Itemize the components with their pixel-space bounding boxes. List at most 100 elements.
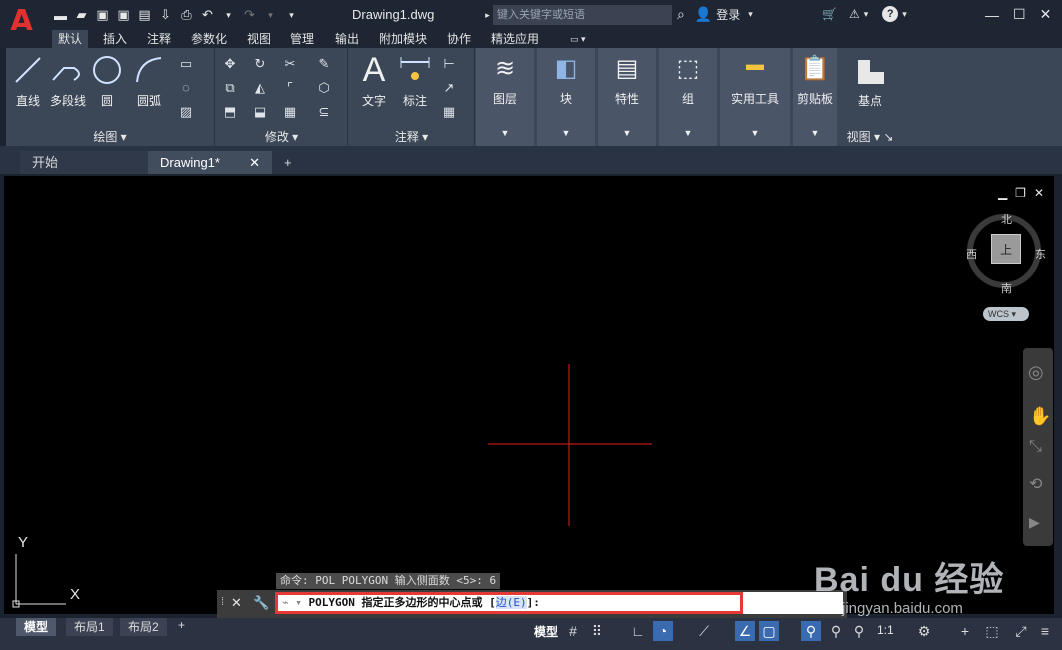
view-panel-label[interactable]: 视图 ▾ ↘: [840, 128, 900, 146]
annotation-panel-label[interactable]: 注释 ▾: [349, 128, 474, 146]
layout-tab-1[interactable]: 布局1: [66, 618, 113, 636]
compass-north[interactable]: 北: [1001, 211, 1012, 227]
tab-default[interactable]: 默认: [52, 30, 89, 48]
annotation-monitor-icon[interactable]: +: [955, 621, 975, 641]
user-icon[interactable]: 👤: [695, 6, 712, 23]
dimension-tool[interactable]: 标注: [397, 54, 433, 109]
tab-start[interactable]: 开始: [20, 151, 148, 174]
autodesk-a360-icon[interactable]: ⚠: [849, 7, 860, 21]
units-icon[interactable]: ⬚: [982, 621, 1002, 641]
tab-featured-apps[interactable]: 精选应用: [485, 30, 545, 48]
customize-qat-icon[interactable]: ▾: [284, 8, 299, 23]
viewcube-top-face[interactable]: 上: [991, 234, 1021, 264]
linear-dimension-icon[interactable]: ⊢: [441, 56, 457, 72]
chevron-down-icon[interactable]: ▾: [263, 8, 278, 23]
line-tool[interactable]: 直线: [12, 54, 44, 109]
search-icon[interactable]: ⌕: [677, 6, 685, 23]
workspace-gear-icon[interactable]: ⚙: [914, 621, 934, 641]
tab-output[interactable]: 输出: [329, 30, 365, 48]
ortho-icon[interactable]: ∟: [628, 621, 648, 641]
offset-icon[interactable]: ⊆: [316, 104, 332, 120]
object-snap-icon[interactable]: ▢: [759, 621, 779, 641]
arc-tool[interactable]: 圆弧: [132, 54, 166, 109]
tab-collaborate[interactable]: 协作: [441, 30, 477, 48]
layout-tab-model[interactable]: 模型: [16, 618, 57, 636]
showmotion-icon[interactable]: ▶: [1029, 514, 1040, 531]
tab-parametric[interactable]: 参数化: [185, 30, 233, 48]
compass-east[interactable]: 东: [1035, 246, 1046, 262]
command-option-edge[interactable]: 边(E): [495, 596, 527, 609]
chevron-down-icon[interactable]: ▾: [864, 9, 869, 20]
steering-wheel-icon[interactable]: ◎: [1028, 362, 1044, 383]
array-icon[interactable]: ▦: [282, 104, 298, 120]
base-point-tool[interactable]: 基点: [850, 54, 890, 109]
chevron-down-icon[interactable]: ▾: [221, 8, 236, 23]
print-icon[interactable]: ⎙: [179, 7, 194, 23]
fillet-icon[interactable]: ⌜: [282, 80, 298, 96]
properties-button[interactable]: ▤ 特性 ▼: [598, 48, 658, 146]
zoom-extents-icon[interactable]: ⤡: [1029, 438, 1042, 456]
tab-view[interactable]: 视图: [241, 30, 277, 48]
fullscreen-icon[interactable]: ⤢: [1011, 621, 1031, 641]
compass-south[interactable]: 南: [1001, 280, 1012, 296]
copy-icon[interactable]: ⧉: [222, 80, 238, 96]
sign-in-link[interactable]: 登录: [716, 6, 740, 23]
chevron-down-icon[interactable]: ▾: [748, 9, 753, 20]
layers-button[interactable]: ≋ 图层 ▼: [476, 48, 536, 146]
polyline-tool[interactable]: 多段线: [47, 54, 89, 109]
new-file-icon[interactable]: ▬: [53, 8, 68, 23]
table-icon[interactable]: ▦: [441, 104, 457, 120]
add-layout-button[interactable]: +: [178, 618, 185, 632]
close-tab-icon[interactable]: ✕: [249, 151, 260, 174]
polar-tracking-icon[interactable]: ◔: [653, 621, 673, 641]
ribbon-toggle-icon[interactable]: ▭ ▾: [564, 30, 592, 48]
open-folder-icon[interactable]: ▰: [74, 7, 89, 23]
annotation-scale-value[interactable]: 1:1: [877, 623, 894, 637]
close-icon[interactable]: ✕: [1040, 6, 1052, 23]
hatch-icon[interactable]: ▨: [178, 104, 194, 120]
move-icon[interactable]: ✥: [222, 56, 238, 72]
rectangle-icon[interactable]: ▭: [178, 56, 194, 72]
grip-handle-icon[interactable]: ⁞: [221, 596, 224, 608]
help-icon[interactable]: ?: [882, 6, 899, 22]
save-icon[interactable]: ▣: [95, 7, 110, 23]
scale-icon[interactable]: ⬓: [252, 104, 268, 120]
save-as-icon[interactable]: ▣: [116, 7, 131, 23]
orbit-icon[interactable]: ⟲: [1029, 474, 1042, 494]
trim-icon[interactable]: ✂: [282, 56, 298, 72]
group-button[interactable]: ⬚ 组 ▼: [659, 48, 719, 146]
close-command-line-icon[interactable]: ✕: [231, 595, 242, 611]
mirror-icon[interactable]: ◭: [252, 80, 268, 96]
ellipse-icon[interactable]: ◌: [178, 80, 194, 96]
grid-icon[interactable]: #: [563, 621, 583, 641]
tab-manage[interactable]: 管理: [284, 30, 320, 48]
leader-icon[interactable]: ↗: [441, 80, 457, 96]
redo-icon[interactable]: ↷: [242, 7, 257, 23]
undo-icon[interactable]: ↶: [200, 7, 215, 23]
command-input[interactable]: ⌁ ▾ POLYGON 指定正多边形的中心点或 [边(E)]:: [275, 592, 743, 614]
text-tool[interactable]: A 文字: [357, 53, 391, 109]
wcs-menu[interactable]: WCS ▾: [983, 307, 1029, 321]
customize-wrench-icon[interactable]: 🔧: [253, 595, 269, 611]
chevron-down-icon[interactable]: ▾: [902, 9, 907, 20]
tab-drawing1[interactable]: Drawing1* ✕: [148, 151, 272, 174]
drawing-canvas[interactable]: ▁ ❐ ✕ Y X 上 北 南 东 西 WCS ▾ ◎ ✋ ⤡ ⟲ ▶ 命令: …: [4, 176, 1054, 614]
snap-icon[interactable]: ⠿: [587, 621, 607, 641]
clipboard-button[interactable]: 📋 剪贴板 ▼: [793, 48, 839, 146]
minimize-icon[interactable]: —: [985, 7, 999, 23]
cart-icon[interactable]: 🛒: [822, 7, 837, 21]
rotate-icon[interactable]: ↻: [252, 56, 268, 72]
new-tab-button[interactable]: +: [278, 151, 302, 174]
layout-tab-2[interactable]: 布局2: [120, 618, 167, 636]
tab-addins[interactable]: 附加模块: [373, 30, 433, 48]
block-button[interactable]: ◧ 块 ▼: [537, 48, 597, 146]
modify-panel-label[interactable]: 修改 ▾: [216, 128, 347, 146]
annotation-scale-icon[interactable]: ⚲: [849, 621, 869, 641]
explode-icon[interactable]: ⬡: [316, 80, 332, 96]
pan-hand-icon[interactable]: ✋: [1029, 406, 1051, 427]
maximize-icon[interactable]: ☐: [1013, 6, 1026, 23]
command-recent-icon[interactable]: ⌁ ▾: [282, 596, 309, 609]
utilities-button[interactable]: ▬ 实用工具 ▼: [720, 48, 792, 146]
isodraft-icon[interactable]: ⟋: [694, 621, 714, 641]
customization-menu-icon[interactable]: ≡: [1035, 621, 1055, 641]
